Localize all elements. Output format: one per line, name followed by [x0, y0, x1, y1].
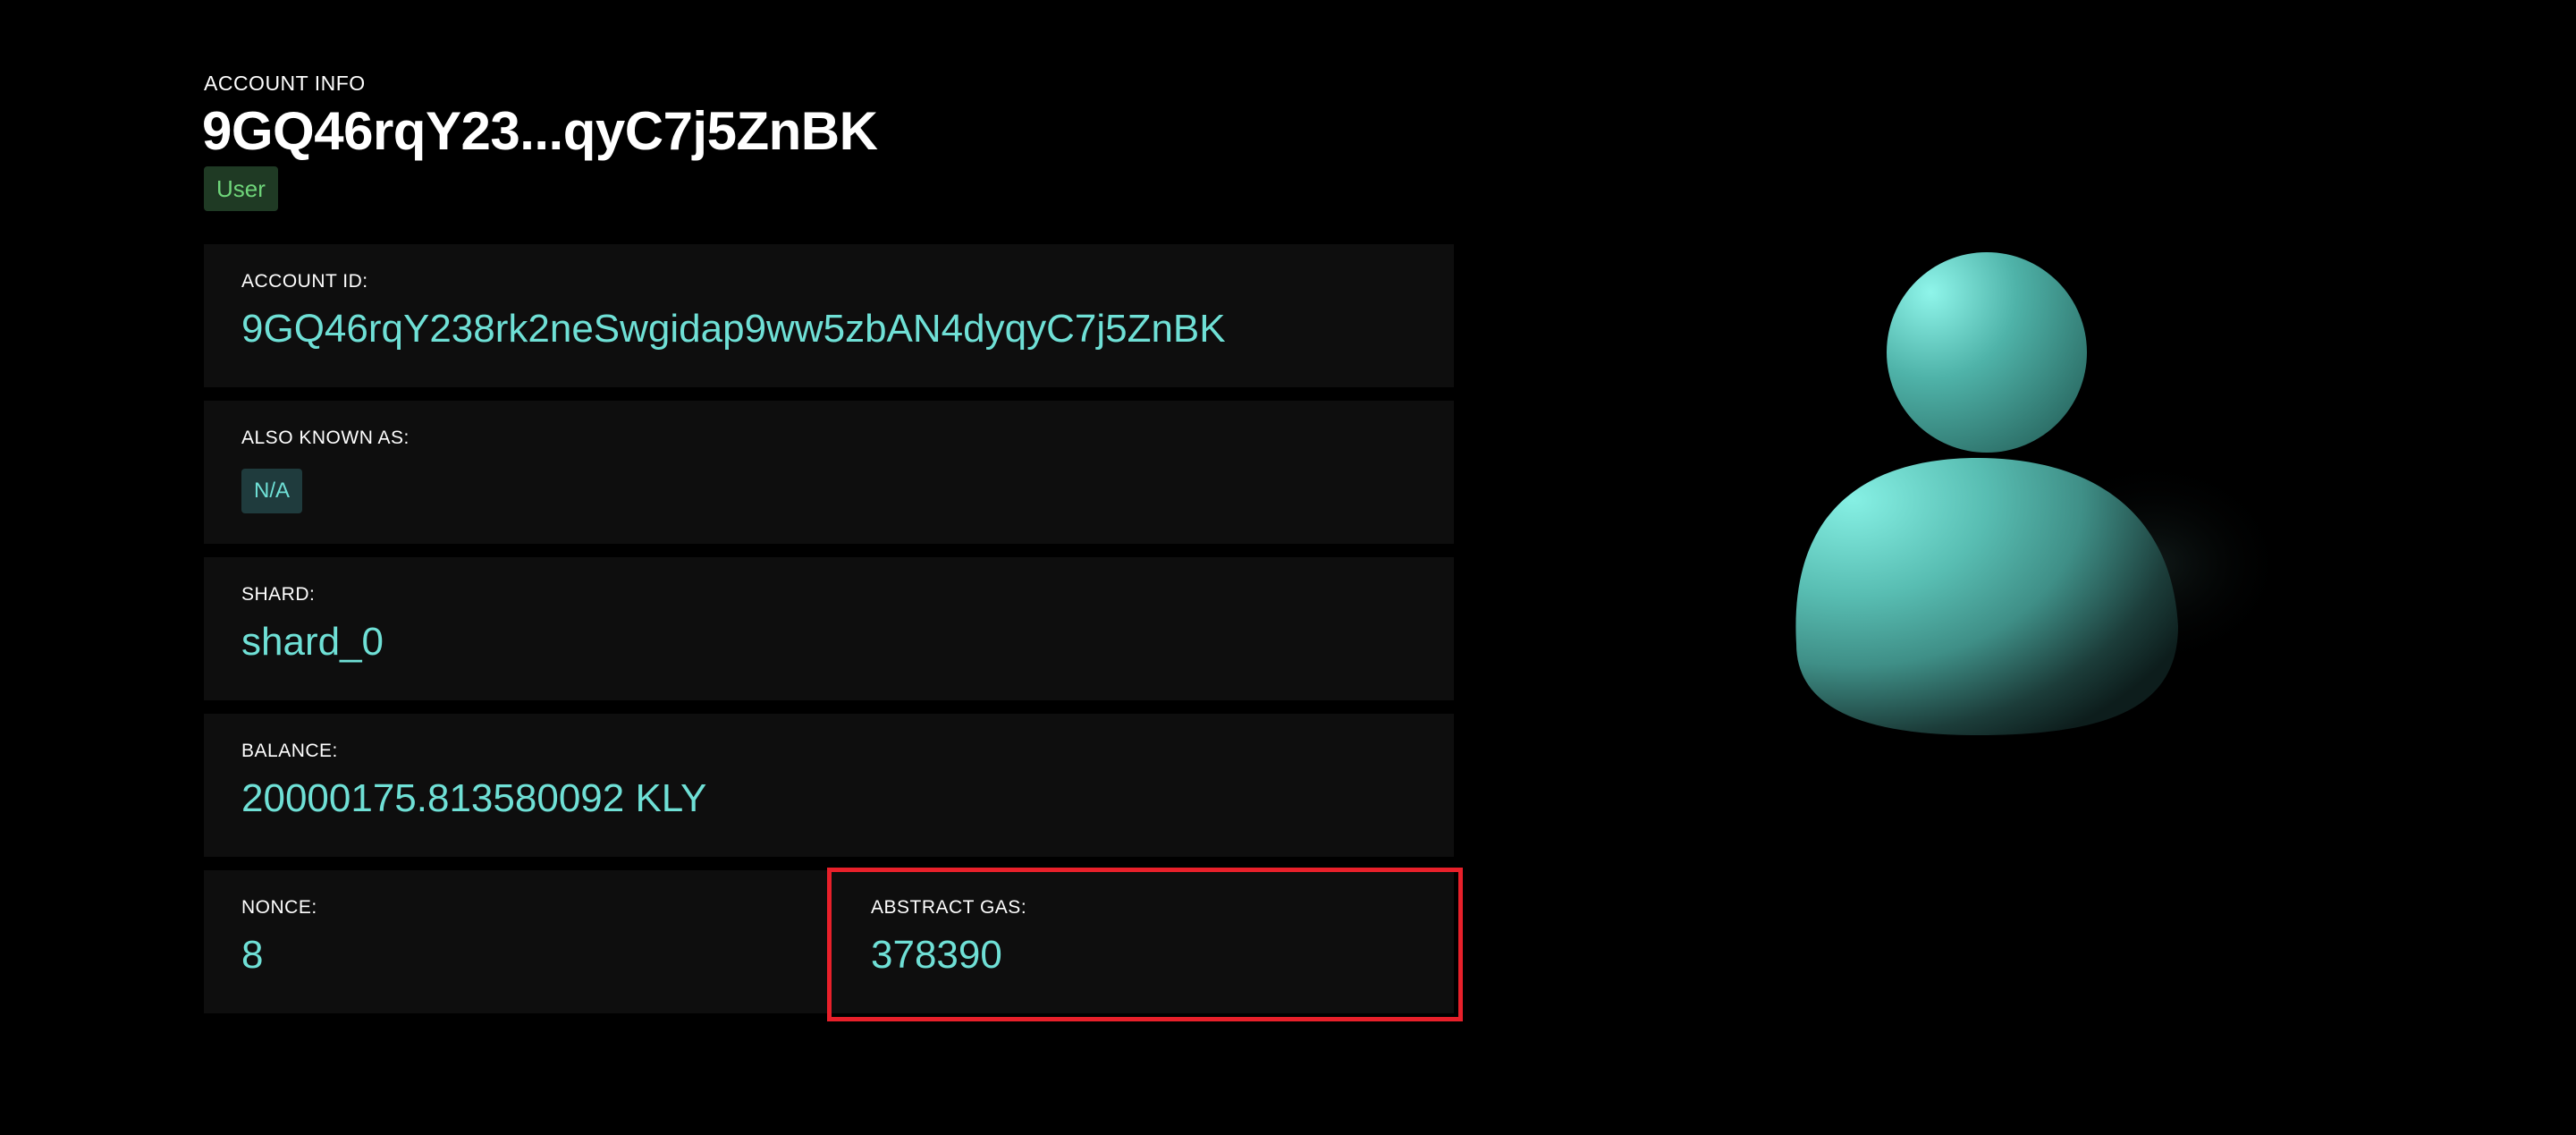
abstract-gas-value: 378390: [871, 933, 1002, 977]
abstract-gas-section: ABSTRACT GAS: 378390: [833, 870, 1454, 1013]
also-known-as-badge: N/A: [241, 469, 303, 513]
shard-card: SHARD: shard_0: [204, 557, 1454, 700]
section-label: ACCOUNT INFO: [204, 72, 366, 95]
balance-value: 20000175.813580092 KLY: [241, 776, 707, 820]
user-avatar-icon: [1795, 252, 2289, 735]
account-id-value: 9GQ46rqY238rk2neSwgidap9ww5zbAN4dyqyC7j5…: [241, 307, 1226, 351]
nonce-value: 8: [241, 933, 264, 977]
nonce-label: NONCE:: [241, 897, 317, 918]
also-known-as-card: ALSO KNOWN AS: N/A: [204, 401, 1454, 544]
nonce-card: NONCE: 8 ABSTRACT GAS: 378390: [204, 870, 1454, 1013]
role-badge: User: [204, 166, 278, 211]
account-id-card: ACCOUNT ID: 9GQ46rqY238rk2neSwgidap9ww5z…: [204, 244, 1454, 387]
page-title: 9GQ46rqY23...qyC7j5ZnBK: [202, 101, 878, 161]
also-known-as-label: ALSO KNOWN AS:: [241, 428, 410, 448]
balance-label: BALANCE:: [241, 741, 338, 761]
account-id-label: ACCOUNT ID:: [241, 271, 368, 292]
balance-card: BALANCE: 20000175.813580092 KLY: [204, 714, 1454, 857]
shard-value: shard_0: [241, 620, 384, 664]
abstract-gas-label: ABSTRACT GAS:: [871, 897, 1027, 918]
shard-label: SHARD:: [241, 584, 316, 605]
